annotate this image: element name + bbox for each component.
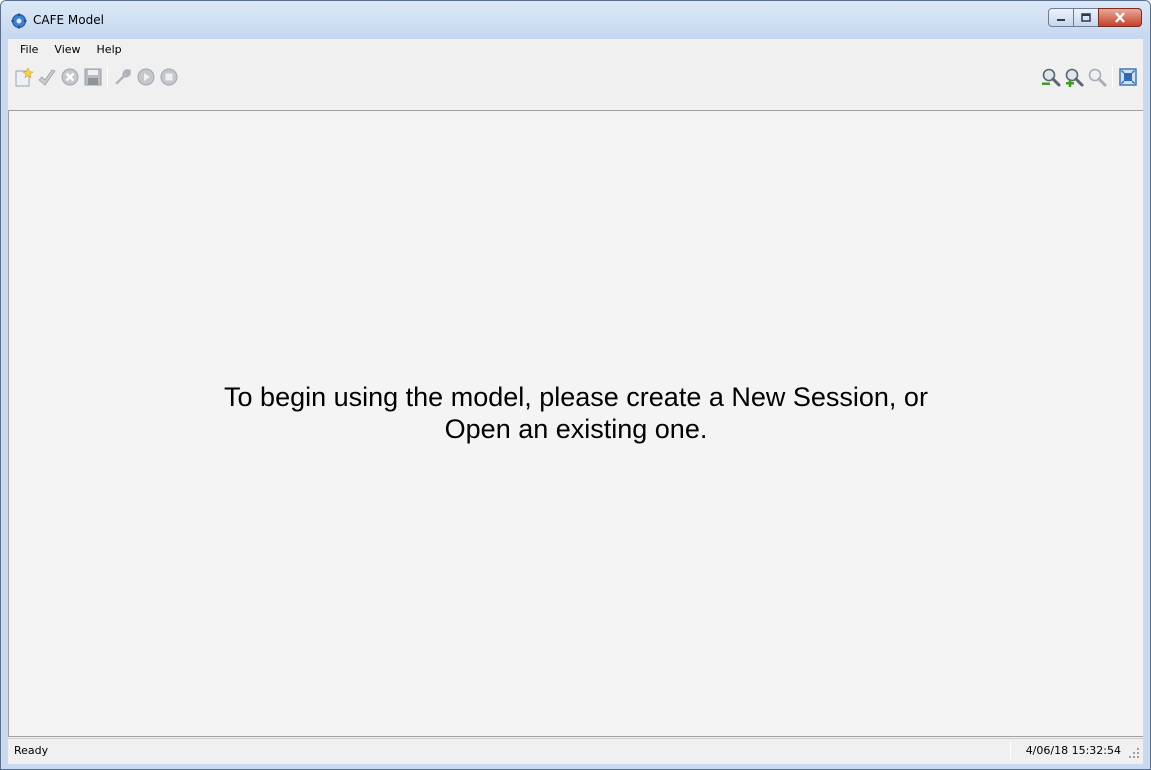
run-icon — [137, 68, 154, 86]
title-bar[interactable]: CAFE Model — [1, 1, 1150, 39]
fit-to-window-icon — [1118, 68, 1137, 86]
run-button[interactable] — [134, 65, 157, 89]
close-button[interactable] — [1098, 8, 1142, 27]
maximize-button[interactable] — [1073, 8, 1099, 27]
window-title: CAFE Model — [33, 13, 104, 27]
main-panel: To begin using the model, please create … — [8, 110, 1143, 737]
app-window: CAFE Model File View Help To begin using… — [0, 0, 1151, 770]
new-session-button[interactable] — [12, 65, 35, 89]
zoom-in-icon — [1065, 68, 1083, 87]
validate-icon — [37, 69, 56, 86]
stop-button[interactable] — [157, 65, 180, 89]
cancel-button[interactable] — [58, 65, 81, 89]
stop-icon — [160, 68, 177, 86]
maximize-icon — [1081, 13, 1091, 22]
welcome-line-1: To begin using the model, please create … — [224, 382, 928, 412]
welcome-message: To begin using the model, please create … — [9, 381, 1143, 445]
zoom-out-button[interactable] — [1040, 65, 1063, 89]
minimize-button[interactable] — [1048, 8, 1074, 27]
settings-button[interactable] — [111, 65, 134, 89]
zoom-reset-icon — [1088, 68, 1106, 87]
status-timestamp: 4/06/18 15:32:54 — [1025, 744, 1121, 757]
cancel-icon — [61, 68, 78, 86]
status-bar: Ready 4/06/18 15:32:54 — [8, 738, 1143, 762]
resize-grip-icon[interactable] — [1128, 747, 1140, 759]
menu-file[interactable]: File — [12, 40, 46, 60]
save-button[interactable] — [81, 65, 104, 89]
close-icon — [1115, 12, 1125, 23]
settings-wrench-icon — [115, 69, 131, 85]
client-area: File View Help To begin using the model,… — [8, 39, 1143, 764]
save-icon — [84, 68, 101, 86]
menu-help[interactable]: Help — [89, 40, 130, 60]
status-text: Ready — [14, 744, 49, 757]
zoom-out-icon — [1041, 68, 1060, 87]
menu-view[interactable]: View — [46, 40, 88, 60]
toolbar — [8, 61, 1143, 95]
minimize-icon — [1057, 18, 1065, 21]
toolbar-left-group — [12, 65, 180, 89]
app-gear-icon — [11, 13, 27, 29]
zoom-in-button[interactable] — [1063, 65, 1086, 89]
validate-button[interactable] — [35, 65, 58, 89]
menu-bar: File View Help — [8, 39, 1143, 61]
window-controls — [1048, 8, 1142, 28]
zoom-reset-button[interactable] — [1086, 65, 1109, 89]
new-session-icon — [15, 67, 34, 87]
fit-to-window-button[interactable] — [1116, 65, 1139, 89]
toolbar-right-group — [1040, 65, 1139, 89]
status-separator — [1010, 742, 1011, 759]
toolbar-separator — [1112, 66, 1113, 88]
toolbar-separator — [107, 66, 108, 88]
welcome-line-2: Open an existing one. — [444, 414, 708, 444]
